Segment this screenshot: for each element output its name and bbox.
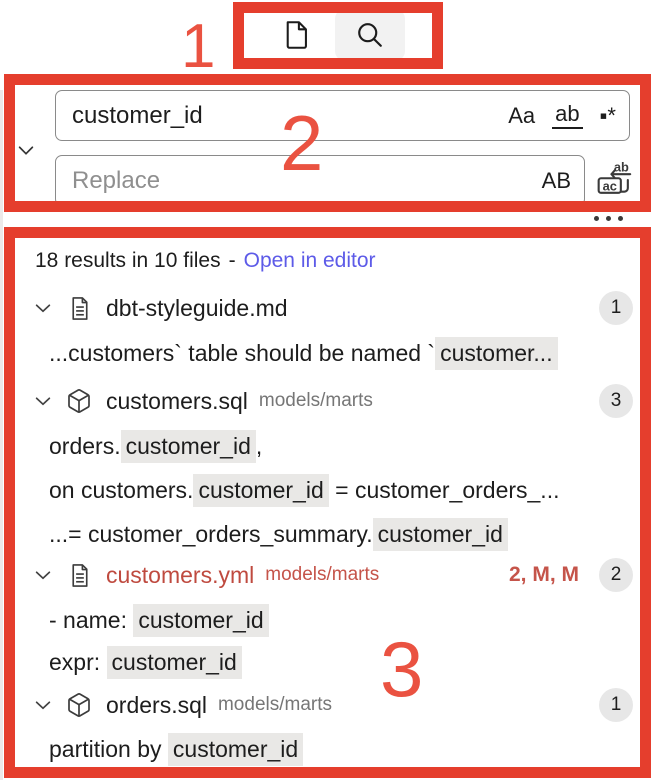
preserve-case-toggle[interactable]: AB: [542, 169, 571, 192]
file-row-customers-sql[interactable]: customers.sql models/marts 3: [15, 382, 639, 420]
whole-word-toggle[interactable]: ab: [552, 102, 583, 129]
match-row[interactable]: orders. customer_id,: [15, 427, 639, 465]
sidebar-tab-bar: [233, 3, 443, 67]
search-panel: Aa ab ▪* AB ab ac: [15, 87, 639, 206]
new-file-icon: [278, 18, 312, 52]
match-highlight: customer_id: [120, 429, 256, 463]
match-row[interactable]: on customers. customer_id = customer_orde…: [15, 471, 639, 509]
document-icon: [65, 561, 93, 589]
regex-toggle[interactable]: ▪*: [600, 104, 616, 127]
match-text: = customer_orders_...: [328, 476, 560, 503]
replace-all-icon[interactable]: ab ac: [594, 159, 636, 201]
replace-input-container: AB: [55, 155, 585, 206]
match-highlight: customer_id: [133, 603, 269, 637]
match-text: partition by: [49, 735, 168, 762]
match-count-badge: 1: [599, 291, 633, 325]
more-actions-icon[interactable]: [594, 216, 623, 221]
file-row-orders-sql[interactable]: orders.sql models/marts 1: [15, 686, 639, 724]
match-row[interactable]: expr: customer_id: [15, 643, 639, 681]
match-text: ...= customer_orders_summary.: [49, 520, 373, 547]
match-case-toggle[interactable]: Aa: [508, 104, 535, 127]
file-name: dbt-styleguide.md: [106, 294, 288, 321]
annotation-number-1: 1: [181, 12, 216, 81]
match-highlight: customer_id: [106, 645, 242, 679]
search-option-toggles: Aa ab ▪*: [508, 90, 616, 141]
chevron-down-icon[interactable]: [31, 389, 55, 413]
results-summary: 18 results in 10 files: [35, 249, 221, 272]
match-highlight: customer_id: [193, 473, 329, 507]
replace-option-toggles: AB: [542, 155, 571, 206]
match-row[interactable]: ...customers` table should be named ` cus…: [15, 334, 639, 372]
sidebar-edge-divider: [0, 90, 3, 780]
svg-text:ac: ac: [603, 179, 617, 194]
match-count-badge: 3: [599, 384, 633, 418]
file-name: orders.sql: [106, 691, 207, 718]
match-row[interactable]: - name: customer_id: [15, 601, 639, 639]
file-row-dbt-styleguide[interactable]: dbt-styleguide.md 1: [15, 289, 639, 327]
match-text: orders.: [49, 432, 121, 459]
problems-git-decoration: 2, M, M: [508, 563, 579, 586]
chevron-down-icon[interactable]: [31, 296, 55, 320]
tab-search[interactable]: [335, 9, 405, 61]
document-icon: [65, 294, 93, 322]
cube-icon: [65, 387, 93, 415]
match-highlight: customer_id: [372, 517, 508, 551]
match-text: - name:: [49, 606, 134, 633]
search-input-container: Aa ab ▪*: [55, 90, 630, 141]
match-row[interactable]: ...= customer_orders_summary. customer_id: [15, 515, 639, 553]
match-row[interactable]: partition by customer_id: [15, 730, 639, 768]
summary-separator: -: [228, 249, 236, 272]
results-summary-row: 18 results in 10 files - Open in editor: [15, 242, 639, 280]
file-row-customers-yml[interactable]: customers.yml models/marts 2, M, M 2: [15, 556, 639, 594]
file-path: models/marts: [258, 390, 373, 411]
match-count-badge: 1: [599, 688, 633, 722]
svg-text:ab: ab: [614, 159, 629, 174]
match-text: ,: [255, 432, 263, 459]
chevron-down-icon[interactable]: [31, 563, 55, 587]
search-sidebar: Aa ab ▪* AB ab ac: [0, 0, 656, 780]
match-highlight: customer_id: [167, 732, 304, 766]
cube-icon: [65, 691, 93, 719]
search-icon: [353, 18, 387, 52]
search-results-list: 18 results in 10 files - Open in editor …: [15, 239, 639, 766]
tab-explorer[interactable]: [271, 9, 319, 61]
open-in-editor-link[interactable]: Open in editor: [244, 249, 376, 273]
chevron-down-icon[interactable]: [31, 693, 55, 717]
match-text: ...customers` table should be named `: [49, 339, 436, 366]
replace-input[interactable]: [55, 155, 585, 206]
match-text: expr:: [49, 648, 107, 675]
match-highlight: customer...: [435, 336, 558, 370]
file-path: models/marts: [265, 564, 380, 585]
match-text: on customers.: [49, 476, 194, 503]
file-path: models/marts: [217, 694, 333, 715]
toggle-replace-chevron-icon[interactable]: [15, 139, 37, 161]
match-count-badge: 2: [599, 558, 633, 592]
file-name: customers.yml: [106, 561, 255, 588]
file-name: customers.sql: [106, 387, 248, 414]
